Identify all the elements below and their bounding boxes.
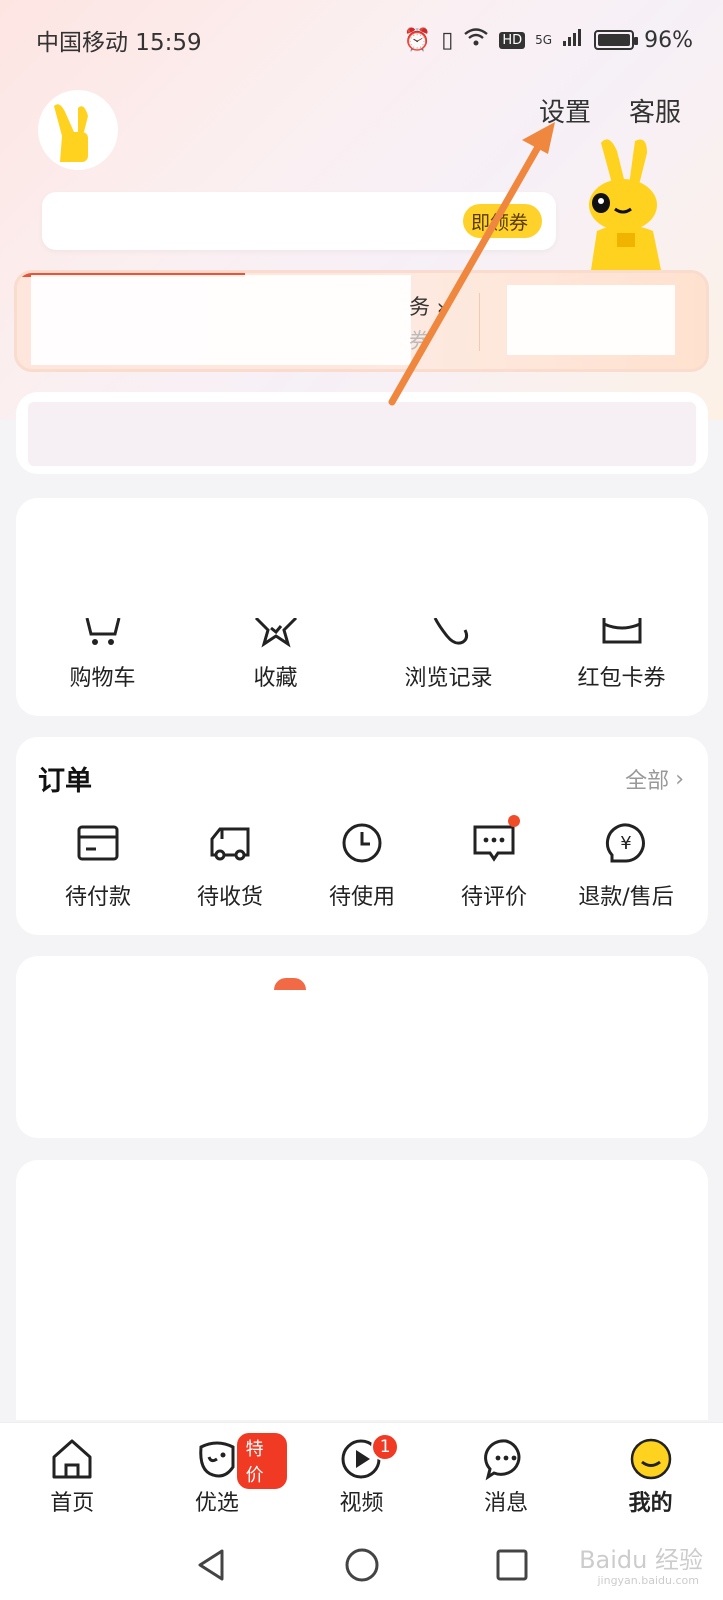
signal-icon: [562, 27, 584, 53]
info-card: [16, 392, 708, 474]
orders-row: 待付款 待收货 待使用 待评价 ¥ 退款/售后: [16, 815, 708, 911]
tool-label: 红包卡券: [577, 666, 666, 691]
avatar[interactable]: [40, 92, 116, 168]
tool-cart[interactable]: 购物车: [16, 618, 189, 692]
tool-label: 收藏: [253, 666, 298, 691]
tool-label: 购物车: [69, 666, 136, 691]
select-icon: [195, 1437, 239, 1481]
content-card: [16, 956, 708, 1138]
sale-badge: 特价: [234, 1431, 290, 1491]
status-icons: ⏰ ▯ HD 5G 96%: [404, 27, 693, 53]
tab-mine[interactable]: 我的: [578, 1423, 723, 1530]
watermark-url: jingyan.baidu.com: [597, 1574, 699, 1587]
card-tab-bump: [274, 978, 306, 990]
message-icon: [484, 1437, 528, 1481]
tab-home[interactable]: 首页: [0, 1423, 145, 1530]
tab-label: 首页: [50, 1491, 95, 1516]
back-nav-icon[interactable]: [192, 1545, 232, 1585]
chevron-right-icon: ›: [436, 295, 446, 319]
truck-icon: [208, 821, 252, 865]
vibrate-icon: ▯: [441, 27, 454, 53]
orders-all-link[interactable]: 全部 ›: [625, 763, 684, 795]
tab-video[interactable]: 1 视频: [289, 1423, 434, 1530]
orders-card: 订单 全部 › 待付款 待收货 待使用 待评价 ¥ 退款/售后: [16, 737, 708, 935]
customer-service-link[interactable]: 客服: [629, 92, 681, 129]
recents-nav-icon[interactable]: [492, 1545, 532, 1585]
coupon-bar[interactable]: 即领券: [42, 192, 556, 250]
vip-masked-area-right: [507, 285, 675, 355]
vip-text-primary: 务 ›: [409, 295, 446, 319]
vip-card[interactable]: 务 › 券: [14, 270, 709, 372]
tool-coupons[interactable]: 红包卡券: [535, 618, 708, 692]
vip-text-secondary: 券: [409, 329, 430, 353]
order-label: 待评价: [460, 885, 527, 910]
home-icon: [50, 1437, 94, 1481]
battery-icon: [594, 30, 639, 50]
tab-label: 消息: [484, 1491, 529, 1516]
order-pending-payment[interactable]: 待付款: [32, 821, 164, 911]
wallet-icon: [76, 821, 120, 865]
order-pending-use[interactable]: 待使用: [296, 821, 428, 911]
content-card-lower: [16, 1160, 708, 1420]
order-label: 待使用: [328, 885, 395, 910]
notification-dot: [508, 815, 520, 827]
svg-text:¥: ¥: [620, 833, 631, 854]
order-pending-review[interactable]: 待评价: [428, 815, 560, 911]
clock-icon: [340, 821, 384, 865]
vip-masked-area: [31, 275, 411, 365]
order-refund[interactable]: ¥ 退款/售后: [560, 821, 692, 911]
watermark-logo: Baidu 经验: [579, 1546, 703, 1574]
tab-label: 优选: [194, 1491, 239, 1516]
comment-icon: [472, 815, 520, 865]
hd-label: HD: [499, 31, 526, 49]
signal-label: 5G: [535, 33, 553, 47]
bottom-tabbar: 首页 特价 优选 1 视频 消息 我的: [0, 1422, 723, 1530]
carrier-time: 中国移动 15:59: [36, 30, 202, 56]
tool-favorites[interactable]: 收藏: [189, 618, 362, 692]
tab-label: 我的: [628, 1491, 673, 1516]
tab-select[interactable]: 特价 优选: [145, 1423, 290, 1530]
chevron-right-icon: ›: [675, 766, 684, 792]
refund-icon: ¥: [604, 821, 648, 865]
home-nav-icon[interactable]: [342, 1545, 382, 1585]
tool-label: 浏览记录: [404, 666, 493, 691]
video-count-badge: 1: [371, 1433, 400, 1461]
order-label: 待收货: [196, 885, 263, 910]
order-pending-receipt[interactable]: 待收货: [164, 821, 296, 911]
info-card-masked: [28, 402, 696, 466]
coupon-icon: [600, 618, 644, 648]
cart-icon: [81, 618, 125, 648]
mascot-illustration: [589, 139, 661, 270]
order-label: 退款/售后: [578, 885, 674, 910]
alarm-icon: ⏰: [403, 27, 432, 53]
top-links: 设置 客服: [539, 92, 681, 129]
tool-history[interactable]: 浏览记录: [362, 618, 535, 692]
vip-divider: [479, 293, 480, 351]
orders-title: 订单: [38, 766, 92, 797]
tools-card: 购物车 收藏 浏览记录 红包卡券: [16, 498, 708, 716]
order-label: 待付款: [64, 885, 131, 910]
history-icon: [427, 618, 471, 648]
tab-messages[interactable]: 消息: [434, 1423, 579, 1530]
wifi-icon: [463, 27, 489, 53]
battery-level: 96%: [644, 27, 693, 53]
settings-link[interactable]: 设置: [539, 92, 591, 129]
tab-label: 视频: [339, 1491, 384, 1516]
status-bar: 中国移动 15:59 ⏰ ▯ HD 5G 96%: [0, 0, 723, 80]
coupon-chip[interactable]: 即领券: [462, 204, 542, 238]
star-icon: [254, 618, 298, 648]
tools-row: 购物车 收藏 浏览记录 红包卡券: [16, 618, 708, 692]
mine-icon: [629, 1437, 673, 1481]
